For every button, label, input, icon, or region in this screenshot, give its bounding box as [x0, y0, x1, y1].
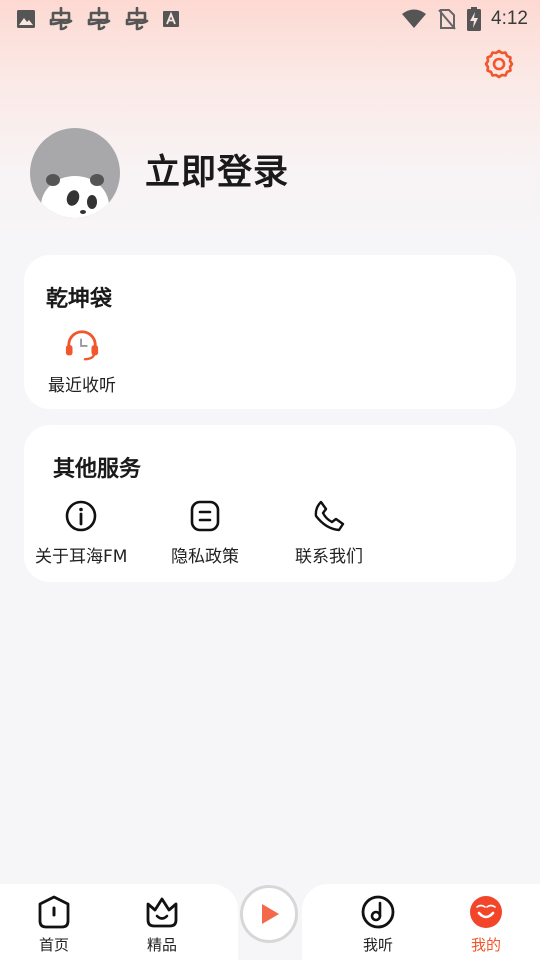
- notification-icons: [16, 6, 180, 32]
- other-services-card: 其他服务 关于耳海FM 隐私政策 联系我们: [24, 425, 516, 582]
- nav-item-featured[interactable]: 精品: [122, 894, 202, 955]
- system-icons: 4:12: [401, 6, 528, 32]
- nav-item-home[interactable]: 首页: [14, 894, 94, 955]
- treasure-bag-card: 乾坤袋 最近收听: [24, 255, 516, 409]
- clock: 4:12: [491, 8, 528, 29]
- nav-item-listening[interactable]: 我听: [338, 894, 418, 955]
- nav-label: 首页: [38, 936, 69, 954]
- play-button[interactable]: [240, 885, 298, 943]
- section-title: 乾坤袋: [46, 287, 113, 312]
- item-label: 联系我们: [295, 547, 363, 567]
- section-title: 其他服务: [53, 457, 142, 482]
- no-sim-icon: [438, 9, 456, 30]
- nav-label: 精品: [146, 936, 177, 954]
- item-label: 最近收听: [48, 376, 116, 396]
- smile-face-icon: [470, 896, 502, 928]
- gear-icon: [484, 49, 514, 79]
- nav-label: 我听: [362, 936, 393, 954]
- settings-button[interactable]: [479, 44, 519, 84]
- battery-charging-icon: [467, 7, 482, 31]
- headphones-clock-icon: [64, 327, 100, 363]
- login-button[interactable]: 立即登录: [145, 150, 289, 196]
- info-icon: [63, 498, 99, 534]
- avatar[interactable]: [30, 128, 120, 218]
- app-bug-icon: [87, 7, 111, 31]
- status-bar: 4:12: [0, 0, 540, 38]
- app-bug-icon: [49, 7, 73, 31]
- document-icon: [187, 498, 223, 534]
- item-label: 关于耳海FM: [35, 547, 128, 567]
- item-label: 隐私政策: [171, 547, 239, 567]
- phone-icon: [311, 498, 347, 534]
- crown-icon: [146, 897, 178, 928]
- wifi-icon: [402, 9, 427, 28]
- font-icon: [163, 11, 179, 27]
- app-bug-icon: [125, 7, 149, 31]
- image-icon: [17, 10, 35, 28]
- contact-us-item[interactable]: 联系我们: [295, 498, 363, 567]
- home-icon: [38, 895, 70, 929]
- music-note-icon: [361, 895, 395, 929]
- panda-avatar-icon: [41, 174, 109, 218]
- recent-listening-item[interactable]: 最近收听: [48, 327, 116, 396]
- bottom-navigation: 首页 精品 我听 我的: [0, 884, 540, 960]
- about-item[interactable]: 关于耳海FM: [35, 498, 127, 567]
- play-icon: [262, 904, 279, 924]
- privacy-policy-item[interactable]: 隐私政策: [171, 498, 239, 567]
- nav-label: 我的: [470, 936, 501, 954]
- nav-item-mine[interactable]: 我的: [446, 894, 526, 955]
